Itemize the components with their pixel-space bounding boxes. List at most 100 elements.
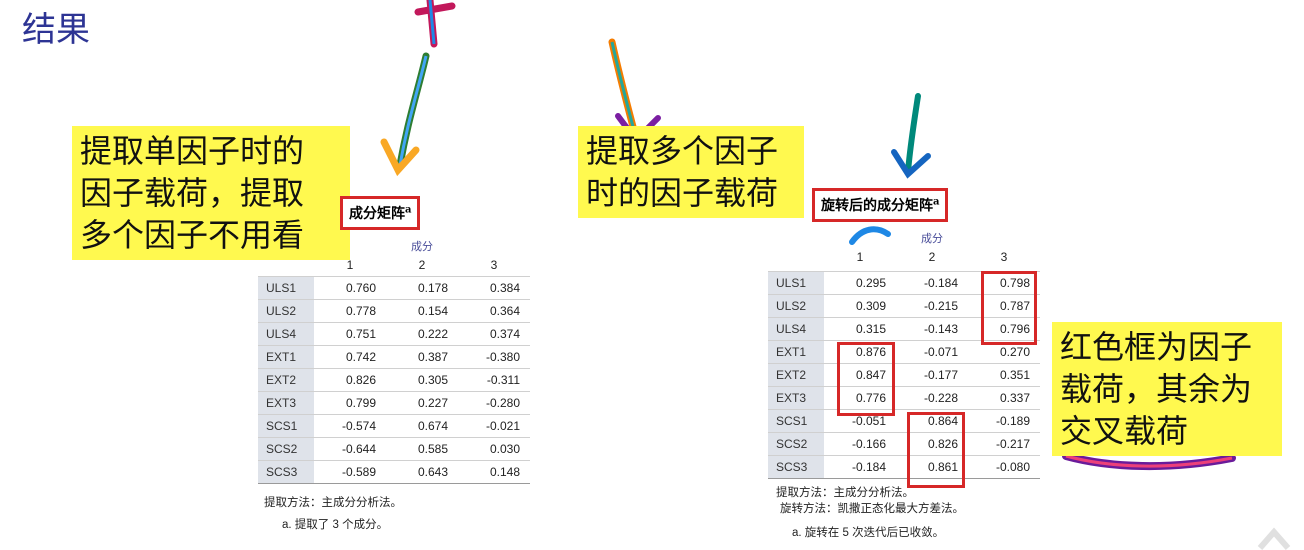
loading-cell: 0.643 [386, 460, 458, 484]
table-row: SCS1 -0.574 0.674 -0.021 [258, 414, 530, 438]
row-label: SCS2 [768, 432, 824, 456]
row-label: ULS4 [258, 322, 314, 346]
loading-cell: 0.742 [314, 345, 386, 369]
loading-cell: -0.280 [458, 391, 530, 415]
row-label: EXT2 [768, 363, 824, 387]
table-row: ULS2 0.778 0.154 0.364 [258, 299, 530, 323]
row-label: ULS2 [768, 294, 824, 318]
row-label: SCS2 [258, 437, 314, 461]
caption-sup: a [405, 204, 412, 216]
loading-cell: 0.364 [458, 299, 530, 323]
table-row: SCS3 -0.589 0.643 0.148 [258, 460, 530, 484]
row-label: SCS3 [258, 460, 314, 484]
loading-cell: -0.189 [968, 409, 1040, 433]
loading-cell: 0.751 [314, 322, 386, 346]
caption-text: 旋转后的成分矩阵 [821, 198, 933, 214]
column-header: 2 [418, 258, 426, 272]
loading-cell: 0.030 [458, 437, 530, 461]
loading-cell: -0.080 [968, 455, 1040, 479]
table-row: EXT1 0.742 0.387 -0.380 [258, 345, 530, 369]
loading-cell: -0.589 [314, 460, 386, 484]
row-label: ULS4 [768, 317, 824, 341]
loading-cell: 0.154 [386, 299, 458, 323]
loading-cell: -0.021 [458, 414, 530, 438]
loading-cell: 0.351 [968, 363, 1040, 387]
column-header: 3 [490, 258, 498, 272]
note-line: 时的因子载荷 [586, 174, 779, 212]
loading-cell: -0.184 [896, 271, 968, 295]
row-label: ULS1 [258, 276, 314, 300]
loading-cell: -0.143 [896, 317, 968, 341]
loading-cell: 0.374 [458, 322, 530, 346]
table-row: EXT3 0.776 -0.228 0.337 [768, 386, 1040, 410]
row-label: EXT3 [768, 386, 824, 410]
row-label: EXT1 [768, 340, 824, 364]
loading-box-component-3 [981, 271, 1037, 345]
footnote: a. 提取了 3 个成分。 [282, 519, 389, 531]
row-label: EXT2 [258, 368, 314, 392]
loading-cell: -0.380 [458, 345, 530, 369]
loading-cell: 0.295 [824, 271, 896, 295]
loading-cell: 0.148 [458, 460, 530, 484]
row-label: EXT1 [258, 345, 314, 369]
loading-cell: 0.337 [968, 386, 1040, 410]
component-matrix: 成分 1 2 3 ULS1 0.760 0.178 0.384 ULS2 0.778 0.1… [258, 232, 538, 532]
rotated-matrix-caption: 旋转后的成分矩阵a [812, 188, 949, 222]
loading-cell: -0.311 [458, 368, 530, 392]
loading-cell: 0.315 [824, 317, 896, 341]
loading-cell: 0.387 [386, 345, 458, 369]
table-row: SCS2 -0.644 0.585 0.030 [258, 437, 530, 461]
sparkle-icon [1257, 527, 1291, 550]
glitter-arrow-icon [380, 52, 430, 177]
note-line: 提取多个因子 [586, 132, 779, 170]
footnote: 提取方法：主成分分析法。 [264, 497, 402, 509]
loading-cell: -0.217 [968, 432, 1040, 456]
row-label: ULS2 [258, 299, 314, 323]
loading-cell: 0.826 [314, 368, 386, 392]
loading-cell: -0.215 [896, 294, 968, 318]
table-row: SCS1 -0.051 0.864 -0.189 [768, 409, 1040, 433]
note-red-box-legend: 红色框为因子 载荷，其余为 交叉载荷 [1052, 322, 1282, 456]
table-row: ULS4 0.751 0.222 0.374 [258, 322, 530, 346]
row-label: SCS3 [768, 455, 824, 479]
component-header: 成分 [411, 241, 433, 253]
loading-cell: 0.305 [386, 368, 458, 392]
glitter-arrow-icon [891, 93, 931, 179]
table-row: SCS2 -0.166 0.826 -0.217 [768, 432, 1040, 456]
loadings-table: ULS1 0.760 0.178 0.384 ULS2 0.778 0.154 0.364 UL… [258, 276, 530, 484]
loading-cell: 0.384 [458, 276, 530, 300]
column-header: 3 [1000, 250, 1008, 264]
footnote: 提取方法：主成分分析法。 [776, 487, 914, 499]
note-line: 载荷，其余为 [1060, 370, 1253, 408]
loading-box-component-2 [907, 412, 965, 488]
loading-cell: 0.799 [314, 391, 386, 415]
note-line: 提取单因子时的 [80, 132, 305, 170]
loading-cell: -0.071 [896, 340, 968, 364]
component-header: 成分 [921, 233, 943, 245]
row-label: SCS1 [258, 414, 314, 438]
table-row: ULS1 0.760 0.178 0.384 [258, 276, 530, 300]
loading-cell: -0.228 [896, 386, 968, 410]
column-header: 1 [346, 258, 354, 272]
loading-cell: -0.574 [314, 414, 386, 438]
note-line: 因子载荷，提取 [80, 174, 305, 212]
row-label: ULS1 [768, 271, 824, 295]
loading-box-component-1 [837, 342, 895, 416]
table-row: EXT2 0.847 -0.177 0.351 [768, 363, 1040, 387]
column-header: 1 [856, 250, 864, 264]
row-label: SCS1 [768, 409, 824, 433]
loading-cell: 0.222 [386, 322, 458, 346]
glitter-arrow-icon [414, 0, 456, 48]
loading-cell: 0.178 [386, 276, 458, 300]
loading-cell: 0.674 [386, 414, 458, 438]
loading-cell: -0.166 [824, 432, 896, 456]
loading-cell: -0.644 [314, 437, 386, 461]
loading-cell: 0.309 [824, 294, 896, 318]
table-row: EXT3 0.799 0.227 -0.280 [258, 391, 530, 415]
footnote: 旋转方法：凯撒正态化最大方差法。 [780, 503, 964, 515]
note-multi-factor: 提取多个因子 时的因子载荷 [578, 126, 804, 218]
footnote: a. 旋转在 5 次迭代后已收敛。 [792, 527, 945, 539]
caption-sup: a [933, 196, 940, 208]
column-header: 2 [928, 250, 936, 264]
component-matrix-caption: 成分矩阵a [340, 196, 421, 230]
